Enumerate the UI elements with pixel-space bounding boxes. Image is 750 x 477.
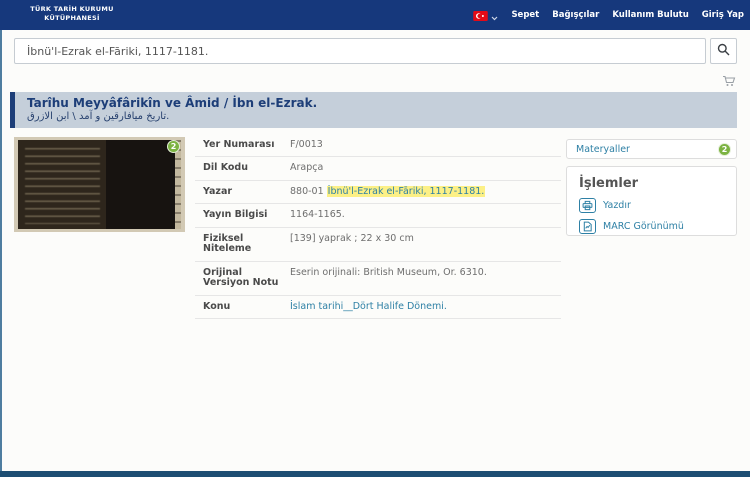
detail-value: Eserin orijinali: British Museum, Or. 63… xyxy=(290,266,487,278)
record-title: Tarîhu Meyyâfârikîn ve Âmid / İbn el-Ezr… xyxy=(27,96,318,110)
detail-label: Yayın Bilgisi xyxy=(203,209,268,221)
turkish-flag-icon xyxy=(473,6,489,25)
bottom-bar xyxy=(0,471,750,477)
author-link[interactable]: İbnü'l-Ezrak el-Fāriki, 1117-1181. xyxy=(326,185,486,197)
record-thumbnail[interactable]: 2 xyxy=(14,137,185,232)
record-title-banner: Tarîhu Meyyâfârikîn ve Âmid / İbn el-Ezr… xyxy=(10,92,737,128)
record-title-arabic: تاريخ ميافارقين و آمد \ ابن الازرق. xyxy=(27,111,170,122)
print-label: Yazdır xyxy=(603,200,631,211)
marc-view-label: MARC Görünümü xyxy=(603,221,684,232)
chevron-down-icon xyxy=(491,6,498,25)
detail-value: [139] yaprak ; 22 x 30 cm xyxy=(290,232,414,244)
manuscript-page-edges xyxy=(175,140,181,229)
detail-label: Yazar xyxy=(203,185,233,197)
search-input[interactable] xyxy=(14,38,706,64)
nav-login-link[interactable]: Giriş Yap xyxy=(702,10,744,20)
materials-panel-header[interactable]: Materyaller 2 xyxy=(566,139,737,159)
detail-row-physical-description: Fiziksel Niteleme [139] yaprak ; 22 x 30… xyxy=(195,228,561,262)
subject-link[interactable]: İslam tarihi__Dört Halife Dönemi. xyxy=(290,301,447,312)
detail-value: F/0013 xyxy=(290,139,323,150)
record-details: Yer Numarası F/0013 Dil Kodu Arapça Yaza… xyxy=(195,134,561,319)
nav-cart-link[interactable]: Sepet xyxy=(511,10,539,20)
nav-donors-link[interactable]: Bağışçılar xyxy=(552,10,599,20)
top-bar: TÜRK TARİH KURUMU KÜTÜPHANESİ Sepet Bağı… xyxy=(0,0,750,30)
detail-label: Yer Numarası xyxy=(203,139,275,150)
detail-row-original-version-note: Orijinal Versiyon Notu Eserin orijinali:… xyxy=(195,262,561,296)
materials-label: Materyaller xyxy=(576,143,630,155)
detail-row-publication: Yayın Bilgisi 1164-1165. xyxy=(195,204,561,228)
actions-panel: İşlemler Yazdır MARC Görünümü xyxy=(566,166,737,236)
actions-title: İşlemler xyxy=(579,176,639,191)
print-link[interactable]: Yazdır xyxy=(579,198,724,213)
detail-label: Konu xyxy=(203,300,231,312)
search-icon xyxy=(717,43,730,59)
logo-line1: TÜRK TARİH KURUMU xyxy=(30,5,114,13)
library-catalog-page: TÜRK TARİH KURUMU KÜTÜPHANESİ Sepet Bağı… xyxy=(0,0,750,477)
detail-value: 1164-1165. xyxy=(290,209,345,221)
printer-icon xyxy=(579,198,596,213)
detail-label: Orijinal Versiyon Notu xyxy=(203,266,279,289)
manuscript-image xyxy=(18,140,181,229)
materials-count-badge: 2 xyxy=(718,142,731,156)
marc-view-link[interactable]: MARC Görünümü xyxy=(579,219,724,234)
search-button[interactable] xyxy=(710,38,737,64)
marc-document-icon xyxy=(579,219,596,234)
logo-line2: KÜTÜPHANESİ xyxy=(44,14,100,23)
site-logo[interactable]: TÜRK TARİH KURUMU KÜTÜPHANESİ xyxy=(26,5,118,24)
detail-row-call-number: Yer Numarası F/0013 xyxy=(195,134,561,158)
detail-row-author: Yazar 880-01 İbnü'l-Ezrak el-Fāriki, 111… xyxy=(195,181,561,205)
top-nav: Sepet Bağışçılar Kullanım Bulutu Giriş Y… xyxy=(473,0,744,30)
detail-label: Dil Kodu xyxy=(203,162,248,174)
nav-usage-cloud-link[interactable]: Kullanım Bulutu xyxy=(612,10,688,20)
window-left-edge xyxy=(0,30,2,471)
language-selector[interactable] xyxy=(473,6,498,25)
cart-icon[interactable] xyxy=(722,72,736,91)
detail-row-subject: Konu İslam tarihi__Dört Halife Dönemi. xyxy=(195,296,561,319)
detail-value: Arapça xyxy=(290,162,324,174)
detail-value: 880-01 İbnü'l-Ezrak el-Fāriki, 1117-1181… xyxy=(290,185,486,197)
manuscript-right-page xyxy=(106,140,175,229)
thumbnail-count-badge: 2 xyxy=(167,140,180,153)
author-prefix: 880-01 xyxy=(290,185,327,197)
detail-row-language: Dil Kodu Arapça xyxy=(195,157,561,181)
detail-label: Fiziksel Niteleme xyxy=(203,232,252,255)
manuscript-left-page xyxy=(18,140,107,229)
